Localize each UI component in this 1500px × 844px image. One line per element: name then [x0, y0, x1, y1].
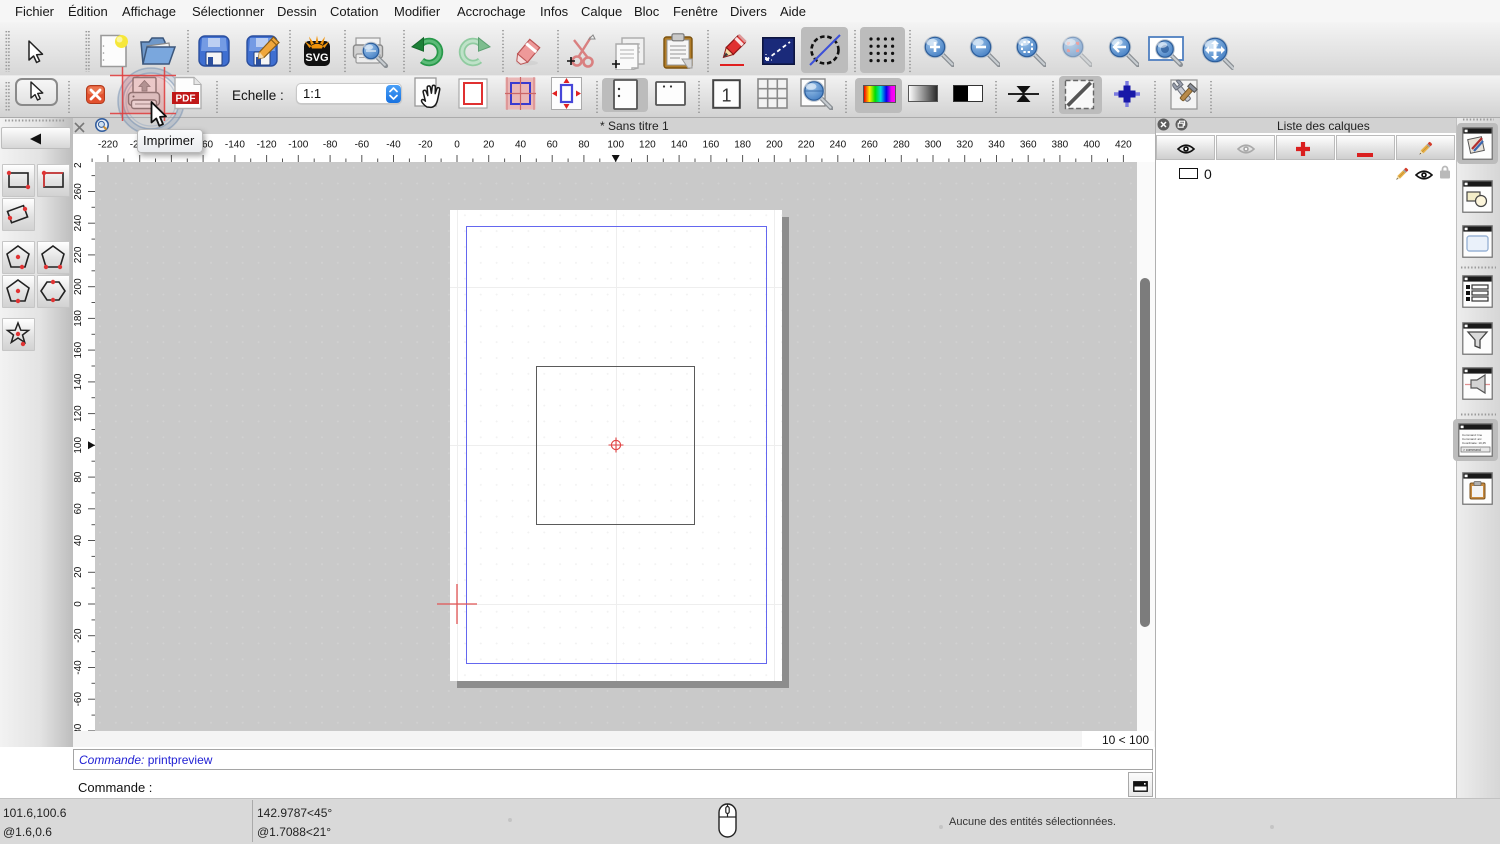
svg-text:360: 360 [1020, 140, 1037, 151]
svg-text:260: 260 [861, 140, 878, 151]
svg-text:-40: -40 [386, 140, 401, 151]
svg-text:60: 60 [547, 140, 559, 151]
svg-text:-80: -80 [73, 723, 84, 731]
svg-text:240: 240 [73, 214, 84, 231]
svg-text:180: 180 [734, 140, 751, 151]
svg-text:260: 260 [73, 183, 84, 200]
svg-text:0: 0 [73, 601, 84, 607]
svg-text:PDF: PDF [176, 94, 196, 105]
svg-text:320: 320 [956, 140, 973, 151]
svg-text:140: 140 [671, 140, 688, 151]
svg-text:0: 0 [454, 140, 460, 151]
svg-text:1: 1 [721, 86, 731, 106]
svg-text:400: 400 [1083, 140, 1100, 151]
svg-text:220: 220 [73, 246, 84, 263]
svg-text:Coordinate: 10,45: Coordinate: 10,45 [1462, 441, 1486, 445]
svg-text:-120: -120 [257, 140, 277, 151]
svg-text:-60: -60 [355, 140, 370, 151]
svg-text:380: 380 [1052, 140, 1069, 151]
svg-text:-20: -20 [418, 140, 433, 151]
svg-text:280: 280 [73, 162, 84, 168]
svg-text:80: 80 [73, 471, 84, 483]
svg-text:120: 120 [73, 405, 84, 422]
svg-text:100: 100 [607, 140, 624, 151]
svg-text:120: 120 [639, 140, 656, 151]
svg-text:-60: -60 [73, 692, 84, 707]
svg-text:40: 40 [515, 140, 527, 151]
svg-text:180: 180 [73, 310, 84, 327]
svg-text:300: 300 [925, 140, 942, 151]
svg-text:100: 100 [73, 437, 84, 454]
svg-text:240: 240 [829, 140, 846, 151]
svg-text:80: 80 [578, 140, 590, 151]
svg-text:-80: -80 [323, 140, 338, 151]
svg-text:280: 280 [893, 140, 910, 151]
svg-text:200: 200 [766, 140, 783, 151]
svg-text:-20: -20 [73, 628, 84, 643]
svg-text:160: 160 [73, 341, 84, 358]
svg-text:140: 140 [73, 373, 84, 390]
svg-text:60: 60 [73, 503, 84, 515]
svg-text:200: 200 [73, 278, 84, 295]
svg-text:160: 160 [703, 140, 720, 151]
svg-text:420: 420 [1115, 140, 1132, 151]
svg-text:340: 340 [988, 140, 1005, 151]
svg-text:220: 220 [798, 140, 815, 151]
svg-text:40: 40 [73, 535, 84, 547]
svg-text:-100: -100 [288, 140, 308, 151]
svg-text:20: 20 [483, 140, 495, 151]
svg-text:20: 20 [73, 566, 84, 578]
svg-text:> command: > command [1463, 448, 1481, 452]
svg-text:-140: -140 [225, 140, 245, 151]
svg-text:SVG: SVG [305, 52, 328, 64]
svg-text:-40: -40 [73, 660, 84, 675]
